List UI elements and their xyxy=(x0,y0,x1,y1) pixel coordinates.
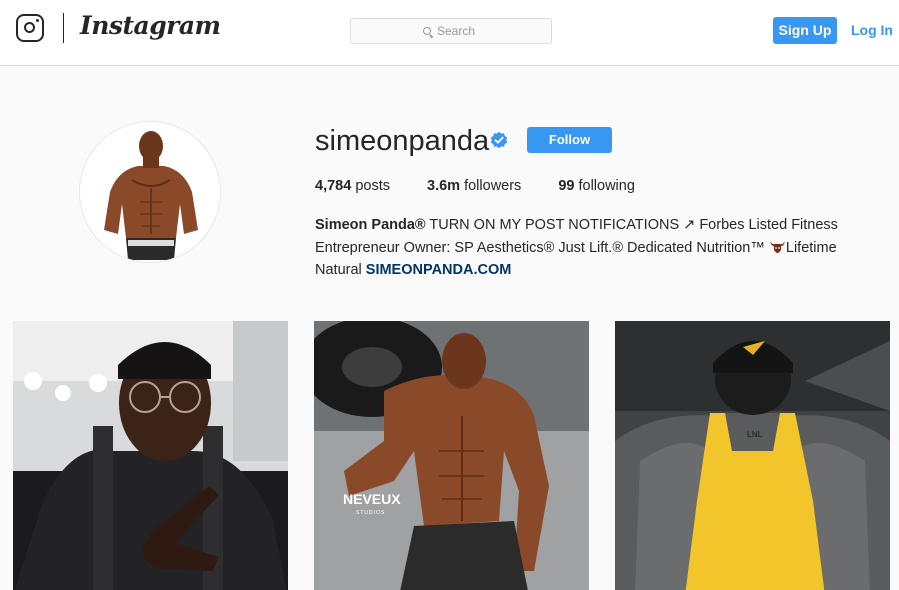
instagram-wordmark[interactable]: Instagram xyxy=(80,11,221,40)
watermark-text: NEVEUX xyxy=(343,491,401,507)
following-label: following xyxy=(578,178,635,194)
profile-avatar[interactable] xyxy=(79,121,221,263)
followers-stat[interactable]: 3.6m followers xyxy=(427,178,521,194)
search-input[interactable]: Search xyxy=(350,18,552,44)
post-thumbnail-3[interactable]: LNL xyxy=(615,321,890,590)
bio-line3-text: Natural xyxy=(315,262,366,278)
verified-badge-icon xyxy=(490,131,508,149)
watermark-subtext: STUDIOS xyxy=(356,510,385,516)
profile-username: simeonpanda xyxy=(315,125,490,157)
bio-line2-text: Entrepreneur Owner: SP Aesthetics® Just … xyxy=(315,239,769,256)
bio-line2-tail: Lifetime xyxy=(785,239,837,256)
follow-button[interactable]: Follow xyxy=(527,127,612,153)
bio-name: Simeon Panda® xyxy=(315,217,426,233)
shirt-text: LNL xyxy=(747,430,763,439)
post-thumbnail-1[interactable] xyxy=(13,321,288,590)
post-thumbnail-2[interactable]: NEVEUX STUDIOS xyxy=(314,321,589,590)
posts-label: posts xyxy=(355,178,390,194)
logo-divider xyxy=(63,13,64,43)
search-icon xyxy=(423,27,431,35)
followers-label: followers xyxy=(464,178,522,194)
bio-line-2: Entrepreneur Owner: SP Aesthetics® Just … xyxy=(315,237,875,260)
posts-count: 4,784 xyxy=(315,178,352,194)
following-stat[interactable]: 99 following xyxy=(558,178,635,194)
bio-line-3: Natural SIMEONPANDA.COM xyxy=(315,259,875,282)
posts-stat: 4,784 posts xyxy=(315,178,390,194)
profile-bio: Simeon Panda® TURN ON MY POST NOTIFICATI… xyxy=(315,214,875,282)
sign-up-button[interactable]: Sign Up xyxy=(773,17,837,44)
log-in-link[interactable]: Log In xyxy=(851,22,893,38)
followers-count: 3.6m xyxy=(427,178,461,194)
bio-line1-text: TURN ON MY POST NOTIFICATIONS ↗ Forbes L… xyxy=(425,217,838,233)
search-placeholder: Search xyxy=(437,24,476,38)
profile-stats: 4,784 posts 3.6m followers 99 following xyxy=(315,178,672,194)
bio-line-1: Simeon Panda® TURN ON MY POST NOTIFICATI… xyxy=(315,214,875,237)
bull-emoji-icon xyxy=(769,240,785,253)
instagram-logo-icon[interactable] xyxy=(16,14,44,42)
top-navigation-bar: Instagram Search Sign Up Log In xyxy=(0,0,899,66)
website-link[interactable]: SIMEONPANDA.COM xyxy=(366,262,512,278)
following-count: 99 xyxy=(558,178,575,194)
